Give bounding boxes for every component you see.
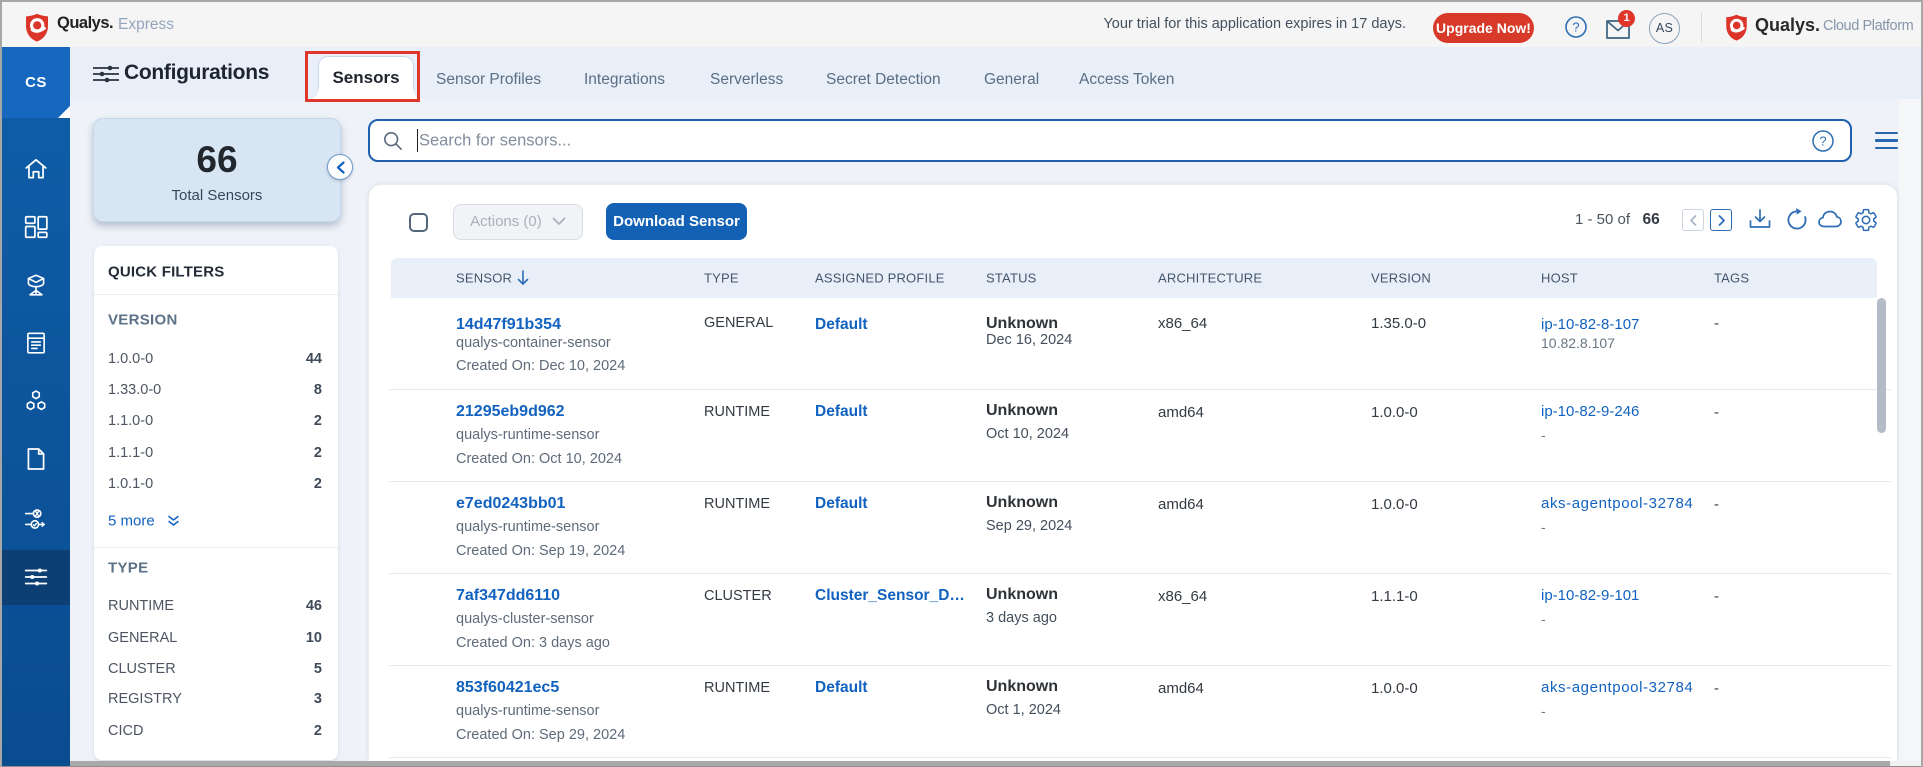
svg-text:?: ? [1819,134,1826,149]
svg-text:?: ? [1572,20,1579,35]
